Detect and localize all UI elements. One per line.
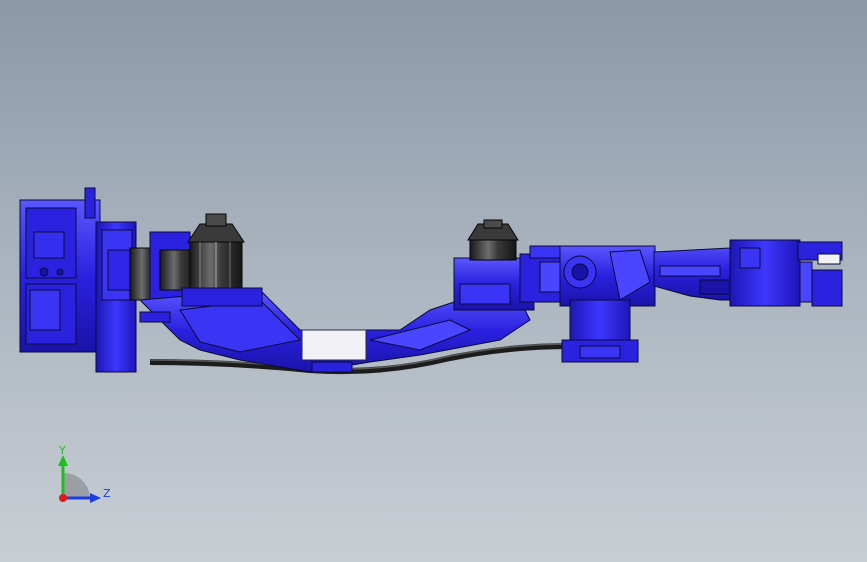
z-axis-label: Z <box>103 487 111 500</box>
robot-arm-model[interactable] <box>19 187 843 375</box>
link-plate <box>301 329 367 361</box>
wrist-flange[interactable] <box>729 239 843 307</box>
y-axis-label: Y <box>58 444 66 457</box>
cad-3d-viewport[interactable]: Y Z <box>0 0 867 562</box>
joint1-motor[interactable] <box>181 213 263 307</box>
origin-point <box>59 494 67 502</box>
joint2-motor[interactable] <box>467 219 519 261</box>
z-axis-arrow <box>90 493 101 503</box>
upper-arm[interactable] <box>559 245 656 363</box>
robot-base[interactable] <box>19 187 137 373</box>
triad-grey-sector <box>63 472 90 498</box>
axis-triad: Y Z <box>58 444 111 503</box>
